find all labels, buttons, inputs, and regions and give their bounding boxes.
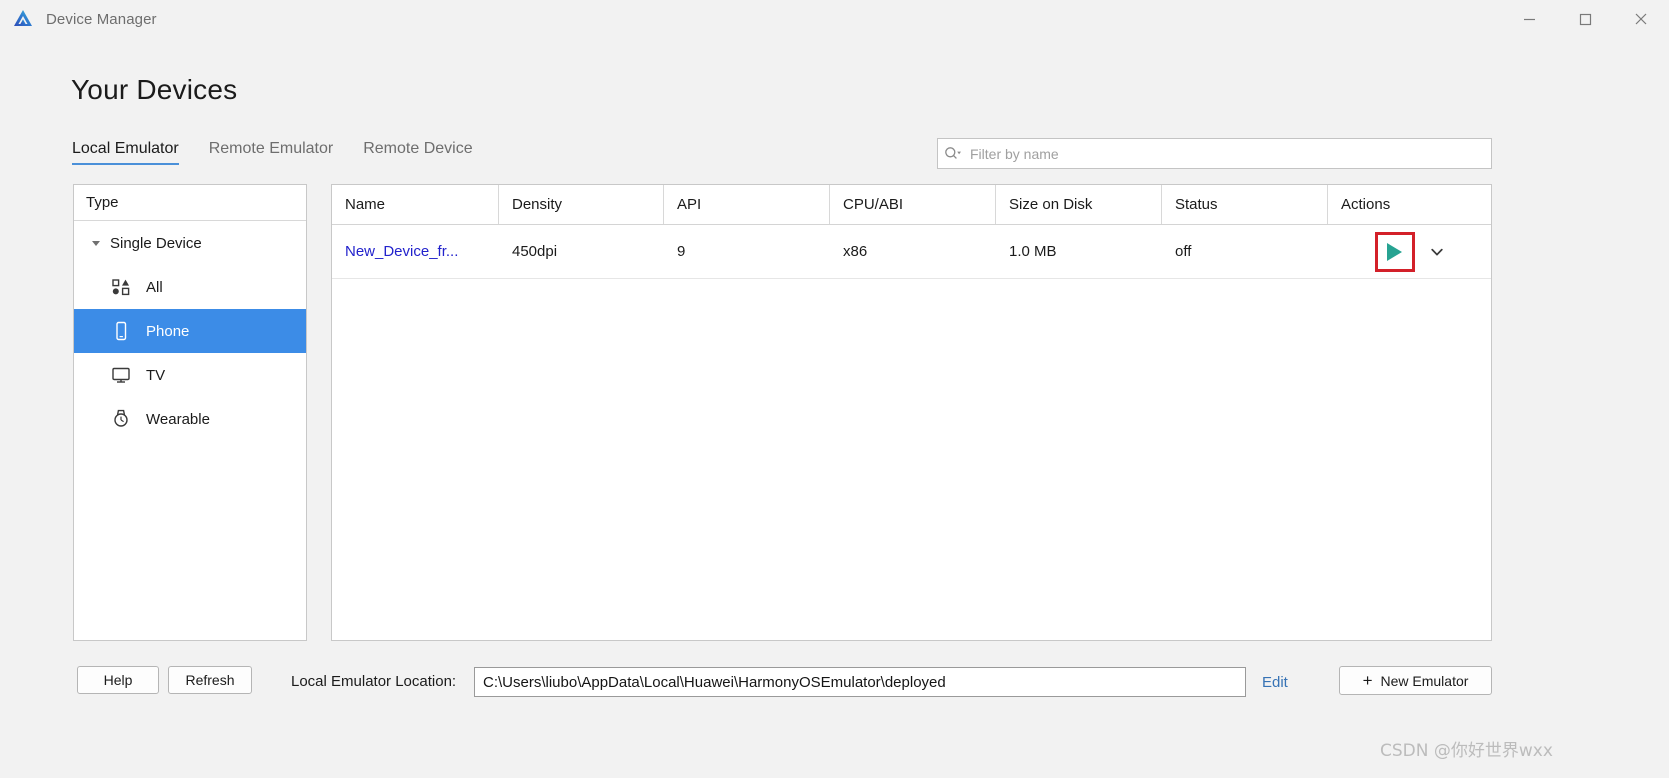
tree-group-label: Single Device xyxy=(110,234,202,252)
cell-api: 9 xyxy=(677,243,686,260)
tree-group-single-device[interactable]: Single Device xyxy=(74,221,306,265)
column-header-api[interactable]: API xyxy=(664,185,830,224)
column-header-name[interactable]: Name xyxy=(332,185,499,224)
edit-location-link[interactable]: Edit xyxy=(1262,674,1288,691)
refresh-button[interactable]: Refresh xyxy=(168,666,252,694)
watch-icon xyxy=(108,409,134,429)
sidebar-item-tv[interactable]: TV xyxy=(74,353,306,397)
local-emulator-location-field[interactable] xyxy=(474,667,1246,697)
tab-local-emulator[interactable]: Local Emulator xyxy=(72,140,179,165)
close-button[interactable] xyxy=(1613,0,1669,38)
sidebar-item-label: All xyxy=(146,278,163,296)
type-sidebar: Type Single Device All Phone TV Wearable xyxy=(73,184,307,641)
caret-down-icon[interactable] xyxy=(88,238,104,248)
local-emulator-location-label: Local Emulator Location: xyxy=(291,673,457,690)
window-controls xyxy=(1501,0,1669,38)
search-icon[interactable] xyxy=(938,146,968,161)
sidebar-header: Type xyxy=(74,185,306,221)
column-header-size-on-disk[interactable]: Size on Disk xyxy=(996,185,1162,224)
deveco-studio-logo-icon xyxy=(12,8,34,30)
filter-search-box[interactable] xyxy=(937,138,1492,169)
title-bar: Device Manager xyxy=(0,0,1669,38)
column-header-actions[interactable]: Actions xyxy=(1328,185,1491,224)
cell-size-on-disk: 1.0 MB xyxy=(1009,243,1057,260)
plus-icon: + xyxy=(1362,671,1373,690)
sidebar-item-label: Phone xyxy=(146,322,190,340)
watermark: CSDN @你好世界wxx xyxy=(1380,741,1553,761)
phone-icon xyxy=(108,321,134,341)
grid-shapes-icon xyxy=(108,278,134,296)
cell-cpu-abi: x86 xyxy=(843,243,868,260)
page-title: Your Devices xyxy=(71,74,238,105)
sidebar-item-phone[interactable]: Phone xyxy=(74,309,306,353)
column-header-density[interactable]: Density xyxy=(499,185,664,224)
cell-actions xyxy=(1328,225,1491,278)
window-title: Device Manager xyxy=(46,10,157,28)
minimize-button[interactable] xyxy=(1501,0,1557,38)
table-row[interactable]: New_Device_fr... 450dpi 9 x86 1.0 MB off xyxy=(332,225,1491,279)
search-input[interactable] xyxy=(968,144,1491,163)
chevron-down-icon[interactable] xyxy=(1429,244,1445,260)
new-emulator-label: New Emulator xyxy=(1380,672,1469,689)
cell-status: off xyxy=(1175,243,1192,260)
location-input[interactable] xyxy=(475,673,1245,691)
sidebar-item-all[interactable]: All xyxy=(74,265,306,309)
sidebar-item-wearable[interactable]: Wearable xyxy=(74,397,306,441)
help-button[interactable]: Help xyxy=(77,666,159,694)
tab-remote-emulator[interactable]: Remote Emulator xyxy=(209,140,334,165)
column-header-status[interactable]: Status xyxy=(1162,185,1328,224)
sidebar-item-label: Wearable xyxy=(146,410,210,428)
cell-density: 450dpi xyxy=(512,243,558,260)
table-header-row: Name Density API CPU/ABI Size on Disk St… xyxy=(332,185,1491,225)
tv-icon xyxy=(108,366,134,384)
device-name-link[interactable]: New_Device_fr... xyxy=(345,243,458,260)
sidebar-item-label: TV xyxy=(146,366,166,384)
maximize-button[interactable] xyxy=(1557,0,1613,38)
tab-bar: Local Emulator Remote Emulator Remote De… xyxy=(72,140,473,165)
column-header-cpu-abi[interactable]: CPU/ABI xyxy=(830,185,996,224)
new-emulator-button[interactable]: + New Emulator xyxy=(1339,666,1492,695)
cell-device-name[interactable]: New_Device_fr... xyxy=(332,225,499,278)
devices-table: Name Density API CPU/ABI Size on Disk St… xyxy=(331,184,1492,641)
play-icon[interactable] xyxy=(1387,242,1402,261)
tab-remote-device[interactable]: Remote Device xyxy=(363,140,472,165)
play-button-highlight xyxy=(1374,231,1415,272)
